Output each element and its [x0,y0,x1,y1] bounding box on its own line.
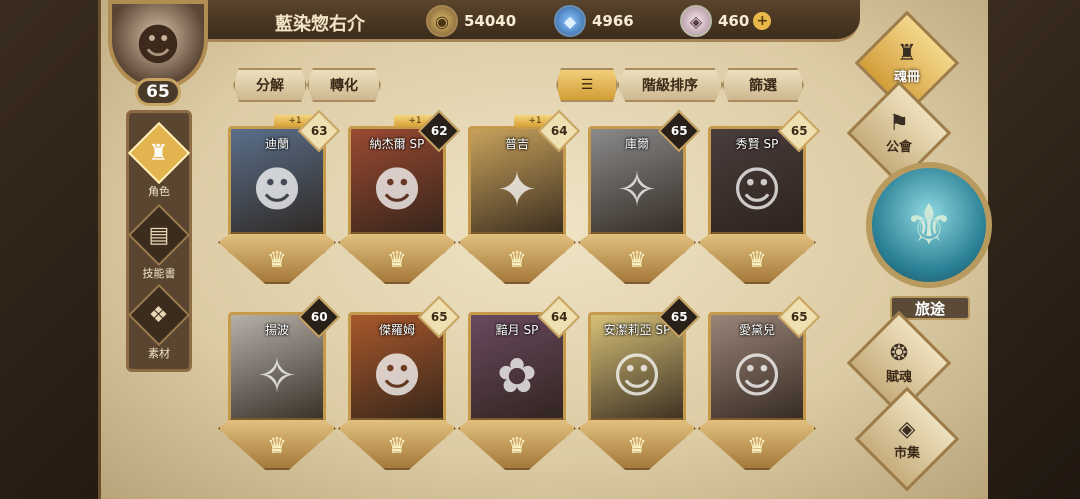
avatar[interactable]: ☻ [108,0,208,90]
character-card[interactable]: ☺ 秀賢 SP 65 ♛ [698,109,821,286]
guild-label: 公會 [885,139,913,155]
nav-talent[interactable]: ❂ 賦魂 [846,310,952,416]
character-card[interactable]: ☺ 安潔莉亞 SP 65 ♛ [578,295,701,472]
character-card[interactable]: ✧ 揚波 60 ♛ [218,295,341,472]
card-rank-crest: ♛ [218,418,336,470]
card-level-value: 64 [550,123,568,138]
card-rank-crest: ♛ [338,418,456,470]
card-level-value: 64 [550,309,568,324]
crown-icon: ♛ [747,247,767,273]
sort-icon: ☰ [580,77,594,93]
player-name: 藍染惣右介 [275,14,365,35]
crystal-currency[interactable]: ◆ 4966 [554,4,634,38]
crown-icon: ♛ [267,433,287,459]
market-icon: ◈ [898,416,916,442]
card-level-value: 65 [670,123,688,138]
card-level-value: 60 [310,309,328,324]
talent-icon: ❂ [889,340,909,366]
card-rank-crest: ♛ [458,418,576,470]
talent-label: 賦魂 [885,369,913,385]
card-level-value: 65 [670,309,688,324]
card-level-value: 65 [790,123,808,138]
market-label: 市集 [893,445,921,461]
card-rank-crest: ♛ [698,232,816,284]
guild-icon: ⚑ [889,110,909,136]
card-rank-crest: ♛ [578,418,696,470]
card-rank-crest: ♛ [218,232,336,284]
gold-currency[interactable]: ◉ 54040 [426,4,516,38]
card-rank-crest: ♛ [698,418,816,470]
helmet-icon: ♜ [127,121,191,185]
card-level-value: 65 [430,309,448,324]
coin-icon: ◉ [426,5,458,37]
card-rank-crest: ♛ [338,232,456,284]
character-card[interactable]: ☻ 迪蘭 +1 63 ♛ [218,109,341,286]
nav-guild[interactable]: ⚑ 公會 [846,80,952,186]
card-rank-crest: ♛ [578,232,696,284]
side-nav-label: 技能書 [142,267,176,280]
card-level-value: 62 [430,123,448,138]
card-level-value: 65 [790,309,808,324]
crown-icon: ♛ [387,433,407,459]
player-avatar-frame[interactable]: ☻ 65 [98,0,218,110]
character-card[interactable]: ☺ 愛黛兒 65 ♛ [698,295,821,472]
side-nav-label: 素材 [148,347,170,360]
character-card[interactable]: ✧ 庫爾 65 ♛ [578,109,701,286]
gem-icon: ◈ [680,5,712,37]
decompose-button[interactable]: 分解 [233,68,307,102]
transform-button[interactable]: 轉化 [307,68,381,102]
market-diamond: ◈ 市集 [854,386,960,492]
character-card[interactable]: ☻ 傑羅姆 65 ♛ [338,295,461,472]
side-nav-label: 角色 [148,185,170,198]
player-level-badge: 65 [135,78,181,106]
crystal-amount: 4966 [592,12,634,30]
crown-icon: ♛ [627,247,647,273]
book-icon: ▤ [127,203,191,267]
sort-order-button[interactable]: 階級排序 [617,68,723,102]
material-icon: ❖ [127,283,191,347]
gem-currency[interactable]: ◈ 460 + [680,4,772,38]
side-nav-item-character[interactable]: ♜ 角色 [127,121,191,199]
crown-icon: ♛ [387,247,407,273]
gem-amount: 460 [718,12,750,30]
right-background [980,0,1080,499]
left-background [0,0,110,499]
nav-market[interactable]: ◈ 市集 [854,386,960,492]
crystal-icon: ◆ [554,5,586,37]
add-gem-button[interactable]: + [753,12,772,30]
character-card[interactable]: ✦ 普吉 +1 64 ♛ [458,109,581,286]
crown-icon: ♛ [507,247,527,273]
crown-icon: ♛ [627,433,647,459]
character-card[interactable]: ☻ 納杰爾 SP +1 62 ♛ [338,109,461,286]
journey-icon: ⚜ [903,192,955,258]
crown-icon: ♛ [747,433,767,459]
character-card[interactable]: ✿ 黯月 SP 64 ♛ [458,295,581,472]
side-nav-item-material[interactable]: ❖ 素材 [127,283,191,361]
soulbook-icon: ♜ [897,40,917,66]
crown-icon: ♛ [267,247,287,273]
filter-button[interactable]: 篩選 [722,68,804,102]
side-nav-item-skillbook[interactable]: ▤ 技能書 [127,203,191,281]
card-level-value: 63 [310,123,328,138]
journey-button[interactable]: ⚜ [866,162,992,288]
gold-amount: 54040 [464,12,517,30]
card-rank-crest: ♛ [458,232,576,284]
crown-icon: ♛ [507,433,527,459]
side-nav: ♜ 角色 ▤ 技能書 ❖ 素材 [126,110,192,372]
sort-toggle-button[interactable]: ☰ [556,68,618,102]
